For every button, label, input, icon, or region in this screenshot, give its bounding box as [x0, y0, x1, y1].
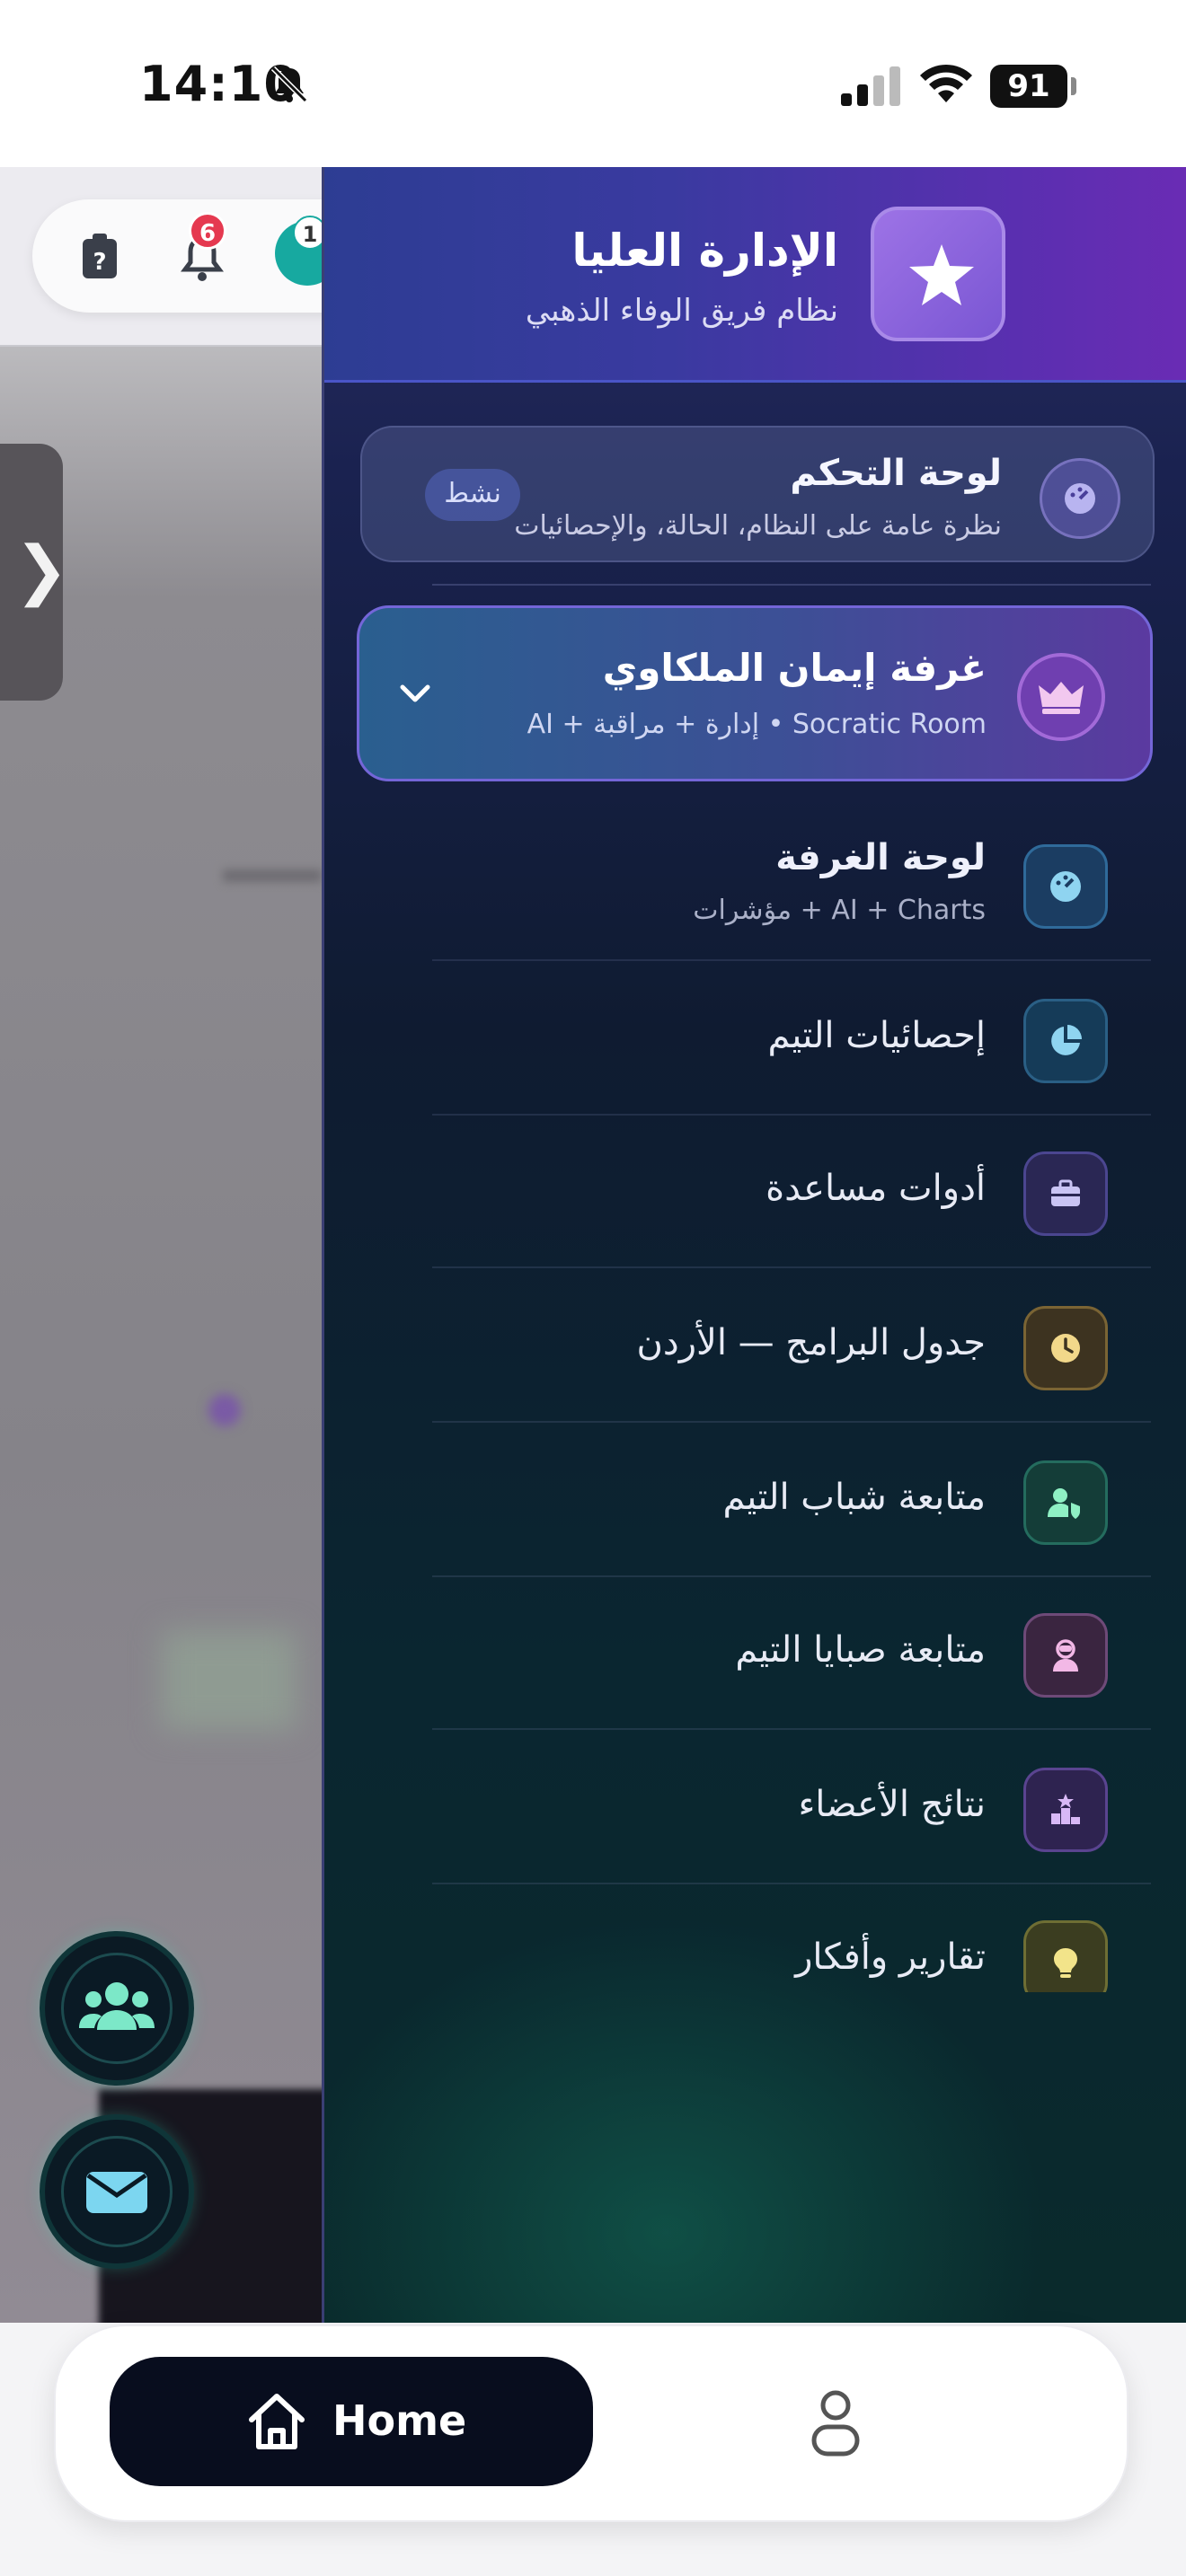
battery-indicator: 91 [990, 65, 1076, 108]
user-shield-icon [1048, 1488, 1080, 1519]
room-subtitle: Socratic Room • إدارة + مراقبة + AI [527, 709, 987, 740]
nav-helper-tools[interactable]: أدوات مساعدة [432, 1116, 1151, 1268]
drawer-header: الإدارة العليا نظام فريق الوفاء الذهبي [324, 167, 1186, 383]
gauge-icon-box [1040, 458, 1120, 539]
profile-tab-icon[interactable] [807, 2387, 864, 2459]
nav-girls-followup[interactable]: متابعة صبايا التيم [432, 1577, 1151, 1730]
youth-followup-label: متابعة شباب التيم [722, 1477, 986, 1518]
nav-team-stats[interactable]: إحصائيات التيم [432, 963, 1151, 1116]
dashboard-subtitle: نظرة عامة على النظام، الحالة، والإحصائيا… [514, 510, 1002, 542]
user-shield-icon-box [1023, 1460, 1108, 1545]
lightbulb-icon-box [1023, 1920, 1108, 1992]
background-header: ? 6 1 [0, 167, 323, 347]
clock-icon-box [1023, 1306, 1108, 1390]
notification-count-badge: 6 [189, 212, 226, 250]
podium-icon-box [1023, 1768, 1108, 1852]
drawer-subtitle: نظام فريق الوفاء الذهبي [525, 293, 838, 329]
dashboard-title: لوحة التحكم [790, 453, 1002, 494]
avatar-count-badge: 1 [293, 216, 323, 250]
lightbulb-icon [1054, 1948, 1077, 1978]
home-tab-button[interactable]: Home [110, 2357, 593, 2486]
divider [432, 584, 1151, 586]
blurred-content [208, 1394, 241, 1426]
chevron-right-icon: ❯ [14, 532, 69, 607]
nav-member-results[interactable]: نتائج الأعضاء [432, 1732, 1151, 1884]
signal-icon [841, 66, 900, 106]
svg-text:?: ? [93, 249, 106, 276]
battery-tip [1071, 77, 1076, 95]
programs-schedule-label: جدول البرامج — الأردن [636, 1322, 986, 1363]
blurred-content [223, 869, 322, 882]
nav-room-dashboard[interactable]: لوحة الغرفة AI + Charts + مؤشرات [432, 808, 1151, 961]
battery-level: 91 [990, 65, 1067, 108]
nav-room-expandable[interactable]: غرفة إيمان الملكاوي Socratic Room • إدار… [357, 605, 1153, 781]
toolbox-icon [1051, 1179, 1080, 1206]
clock-icon [1051, 1334, 1080, 1363]
room-title: غرفة إيمان الملكاوي [602, 646, 987, 690]
pie-chart-icon [1051, 1025, 1082, 1055]
team-stats-label: إحصائيات التيم [767, 1015, 986, 1056]
nav-reports-ideas[interactable]: تقارير وأفكار [432, 1884, 1151, 1992]
member-results-label: نتائج الأعضاء [798, 1784, 986, 1825]
girls-followup-label: متابعة صبايا التيم [735, 1629, 986, 1671]
users-icon [79, 1982, 155, 2030]
star-icon [909, 244, 974, 305]
nav-youth-followup[interactable]: متابعة شباب التيم [432, 1425, 1151, 1577]
toolbox-icon-box [1023, 1151, 1108, 1236]
podium-icon [1051, 1794, 1080, 1824]
nav-programs-schedule[interactable]: جدول البرامج — الأردن [432, 1270, 1151, 1423]
blurred-content [162, 1631, 296, 1730]
status-bar: 14:10 91 [0, 0, 1186, 167]
messages-fab-button[interactable] [45, 2120, 189, 2263]
nav-dashboard[interactable]: لوحة التحكم نظرة عامة على النظام، الحالة… [360, 426, 1155, 562]
pie-chart-icon-box [1023, 999, 1108, 1083]
clipboard-question-icon[interactable]: ? [81, 232, 119, 280]
crown-icon-box [1017, 653, 1105, 741]
user-astronaut-icon-box [1023, 1613, 1108, 1698]
home-icon [249, 2394, 305, 2449]
drawer-handle[interactable]: ❯ [0, 444, 68, 701]
helper-tools-label: أدوات مساعدة [766, 1168, 986, 1209]
drawer-title: الإدارة العليا [571, 225, 838, 277]
home-label: Home [332, 2396, 467, 2445]
envelope-icon [86, 2172, 147, 2213]
gauge-icon-box [1023, 844, 1108, 929]
chevron-down-icon[interactable] [395, 676, 435, 712]
star-icon-box [871, 207, 1005, 341]
reports-ideas-label: تقارير وأفكار [795, 1936, 986, 1978]
bell-muted-icon [270, 66, 308, 103]
wifi-icon [920, 64, 972, 102]
team-fab-button[interactable] [45, 1936, 189, 2080]
gauge-icon [1050, 871, 1081, 902]
room-dashboard-title: لوحة الغرفة [775, 837, 986, 878]
room-dashboard-subtitle: AI + Charts + مؤشرات [693, 895, 986, 926]
admin-drawer: الإدارة العليا نظام فريق الوفاء الذهبي ل… [322, 167, 1186, 2323]
crown-icon [1039, 682, 1084, 714]
active-status-badge: نشط [425, 469, 520, 521]
user-astronaut-icon [1053, 1639, 1078, 1672]
gauge-icon [1065, 483, 1095, 514]
